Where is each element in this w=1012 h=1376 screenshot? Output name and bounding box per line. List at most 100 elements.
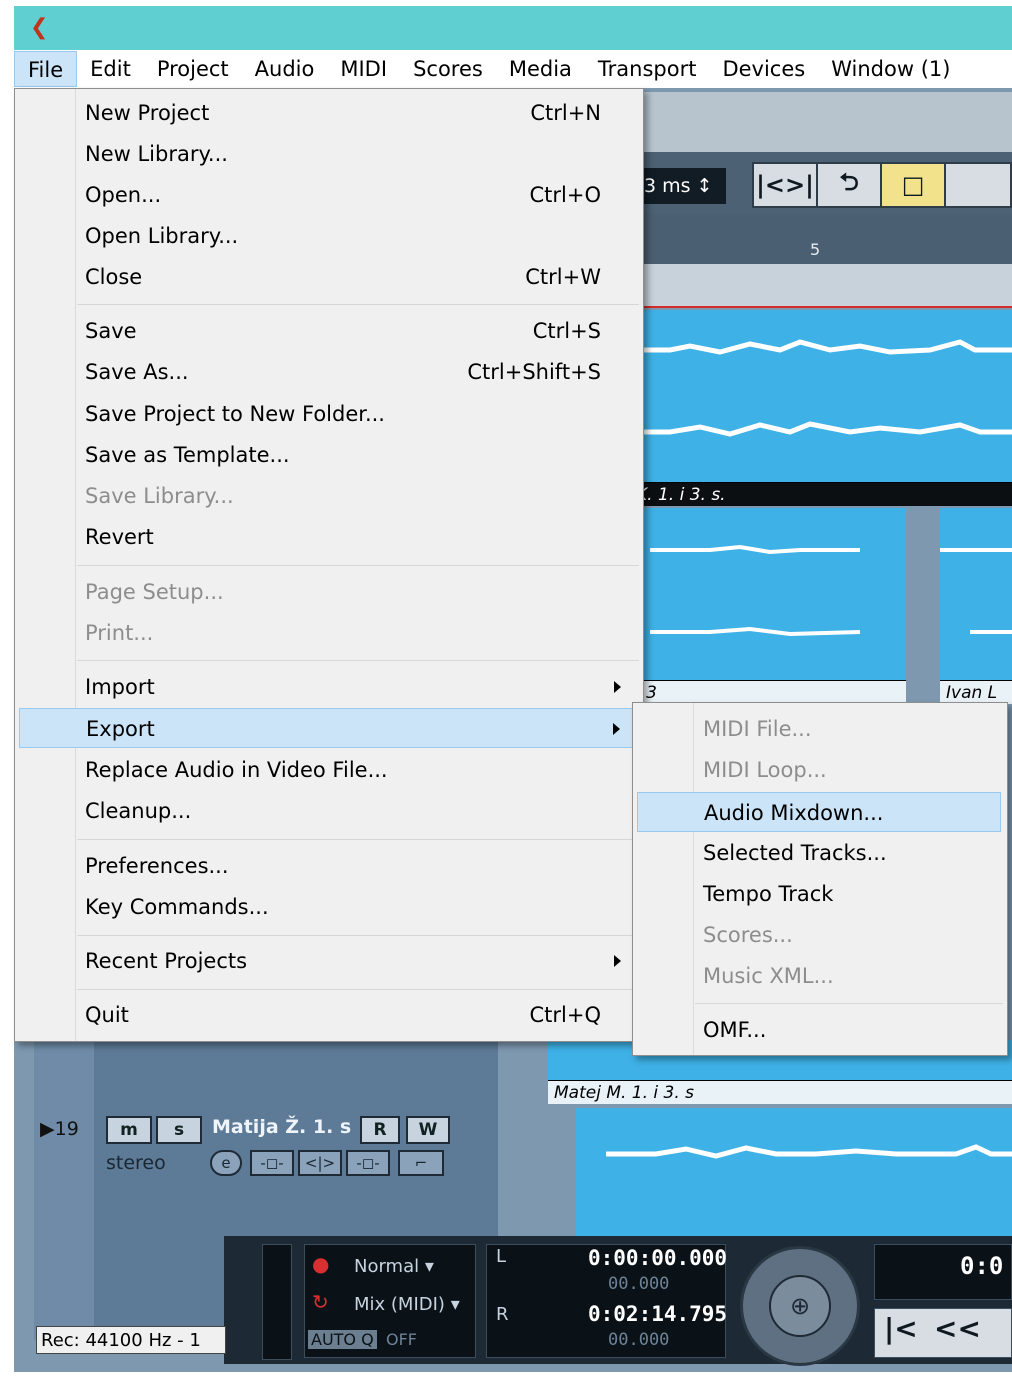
audio-event[interactable] (630, 310, 1012, 482)
eq-icon[interactable]: <|> (298, 1150, 342, 1176)
lock-icon[interactable]: ⌐ (398, 1150, 444, 1176)
menu-scores[interactable]: Scores (400, 51, 496, 87)
menu-bar: File Edit Project Audio MIDI Scores Medi… (14, 50, 1012, 88)
bar-ruler[interactable] (630, 214, 1012, 264)
menu-item-label: MIDI File... (703, 717, 812, 741)
menu-audio[interactable]: Audio (242, 51, 328, 87)
menu-item-label: Import (85, 675, 155, 699)
mute-button[interactable]: m (106, 1116, 152, 1144)
menu-edit[interactable]: Edit (77, 51, 144, 87)
auto-quantize-toggle[interactable]: AUTO Q (308, 1330, 377, 1349)
position-display: 0:0 (960, 1252, 1004, 1280)
time-display-field[interactable]: 3 ms ↕ (640, 168, 726, 204)
auto-quantize-state: OFF (386, 1330, 417, 1349)
menu-item-label: OMF... (703, 1018, 767, 1042)
menu-item-new-library[interactable]: New Library... (15, 134, 643, 174)
clip-label: Matej M. 1. i 3. s (548, 1080, 1012, 1104)
right-locator-time[interactable]: 0:02:14.795 (588, 1302, 727, 1326)
right-locator-icon[interactable]: R (496, 1304, 509, 1325)
shuttle-center-icon[interactable]: ⊕ (769, 1275, 831, 1337)
menu-item-open-library[interactable]: Open Library... (15, 216, 643, 256)
cycle-record-mode-select[interactable]: Mix (MIDI) ▾ (354, 1294, 460, 1315)
menu-item-replace-audio[interactable]: Replace Audio in Video File... (15, 750, 643, 790)
waveform (606, 1144, 1012, 1159)
stop-icon[interactable]: □ (882, 164, 947, 206)
cubase-logo-icon[interactable]: ❮ (30, 16, 52, 40)
track-color-strip (34, 1040, 94, 1340)
menu-item-label: Quit (85, 1003, 129, 1027)
waveform (630, 421, 1012, 437)
menu-item-preferences[interactable]: Preferences... (15, 846, 643, 886)
menu-separator (77, 935, 639, 936)
audio-event[interactable] (630, 508, 906, 680)
menu-item-label: Save As... (85, 360, 189, 384)
menu-item-label: Save Library... (85, 484, 234, 508)
marker-lane (630, 264, 1012, 308)
menu-item-revert[interactable]: Revert (15, 517, 643, 557)
record-mode-select[interactable]: Normal ▾ (354, 1256, 434, 1277)
clip-label: Ivan L (940, 680, 1012, 704)
waveform (970, 630, 1012, 634)
solo-button[interactable]: s (156, 1116, 202, 1144)
submenu-item-audio-mixdown[interactable]: Audio Mixdown... (637, 792, 1001, 832)
menu-item-save-project-new-folder[interactable]: Save Project to New Folder... (15, 394, 643, 434)
menu-devices[interactable]: Devices (709, 51, 818, 87)
jog-wheel[interactable]: ⊕ (740, 1246, 860, 1366)
menu-window[interactable]: Window (1) (818, 51, 963, 87)
toolbar-transport-group: |<>| ⮌ □ (752, 162, 1012, 208)
menu-item-print: Print... (15, 613, 643, 653)
bar-number: 5 (810, 240, 821, 259)
track-channel-type: stereo (106, 1152, 166, 1174)
submenu-item-tempo-track[interactable]: Tempo Track (633, 874, 1007, 914)
menu-item-label: Replace Audio in Video File... (85, 758, 388, 782)
menu-item-close[interactable]: Close Ctrl+W (15, 257, 643, 297)
menu-media[interactable]: Media (496, 51, 585, 87)
menu-item-save-as-template[interactable]: Save as Template... (15, 435, 643, 475)
left-locator-time[interactable]: 0:00:00.000 (588, 1246, 727, 1270)
submenu-item-selected-tracks[interactable]: Selected Tracks... (633, 833, 1007, 873)
record-mode-icon[interactable]: ● (312, 1252, 329, 1276)
menu-midi[interactable]: MIDI (327, 51, 400, 87)
send-icon[interactable]: -◻- (346, 1150, 390, 1176)
menu-transport[interactable]: Transport (585, 51, 710, 87)
menu-file[interactable]: File (14, 51, 78, 87)
menu-item-shortcut: Ctrl+Shift+S (467, 360, 601, 384)
cycle-record-icon[interactable]: ↻ (312, 1290, 329, 1314)
menu-item-shortcut: Ctrl+N (530, 101, 601, 125)
submenu-item-omf[interactable]: OMF... (633, 1010, 1007, 1050)
menu-item-import[interactable]: Import (15, 667, 643, 707)
menu-separator (77, 839, 639, 840)
menu-item-cleanup[interactable]: Cleanup... (15, 791, 643, 831)
menu-project[interactable]: Project (144, 51, 242, 87)
audio-event[interactable] (576, 1108, 1012, 1236)
cycle-icon[interactable]: ⮌ (818, 164, 883, 206)
menu-item-label: Save as Template... (85, 443, 290, 467)
file-menu-dropdown: New Project Ctrl+N New Library... Open..… (14, 88, 644, 1042)
submenu-item-music-xml: Music XML... (633, 956, 1007, 996)
audio-event[interactable] (940, 508, 1012, 680)
edit-channel-icon[interactable]: e (210, 1150, 242, 1176)
menu-item-save-library: Save Library... (15, 476, 643, 516)
go-to-start-icon[interactable]: |< (884, 1312, 918, 1345)
insert-icon[interactable]: -◻- (250, 1150, 294, 1176)
menu-item-save-as[interactable]: Save As... Ctrl+Shift+S (15, 352, 643, 392)
menu-item-shortcut: Ctrl+W (525, 265, 601, 289)
menu-item-label: Revert (85, 525, 154, 549)
menu-item-new-project[interactable]: New Project Ctrl+N (15, 93, 643, 133)
menu-item-key-commands[interactable]: Key Commands... (15, 887, 643, 927)
go-to-start-icon[interactable]: |<>| (754, 164, 819, 206)
menu-item-save[interactable]: Save Ctrl+S (15, 311, 643, 351)
rewind-icon[interactable]: << (934, 1312, 981, 1345)
menu-item-shortcut: Ctrl+O (529, 183, 602, 207)
play-icon[interactable] (946, 164, 1010, 206)
menu-item-quit[interactable]: Quit Ctrl+Q (15, 995, 643, 1035)
submenu-item-scores: Scores... (633, 915, 1007, 955)
left-locator-icon[interactable]: L (496, 1246, 506, 1267)
menu-item-export[interactable]: Export (19, 708, 639, 748)
record-enable-button[interactable]: R (360, 1116, 400, 1144)
title-bar: ❮ (14, 6, 1012, 50)
track-name[interactable]: Matija Ž. 1. s (212, 1116, 351, 1138)
menu-item-open[interactable]: Open... Ctrl+O (15, 175, 643, 215)
menu-item-recent-projects[interactable]: Recent Projects (15, 941, 643, 981)
write-automation-button[interactable]: W (406, 1116, 450, 1144)
